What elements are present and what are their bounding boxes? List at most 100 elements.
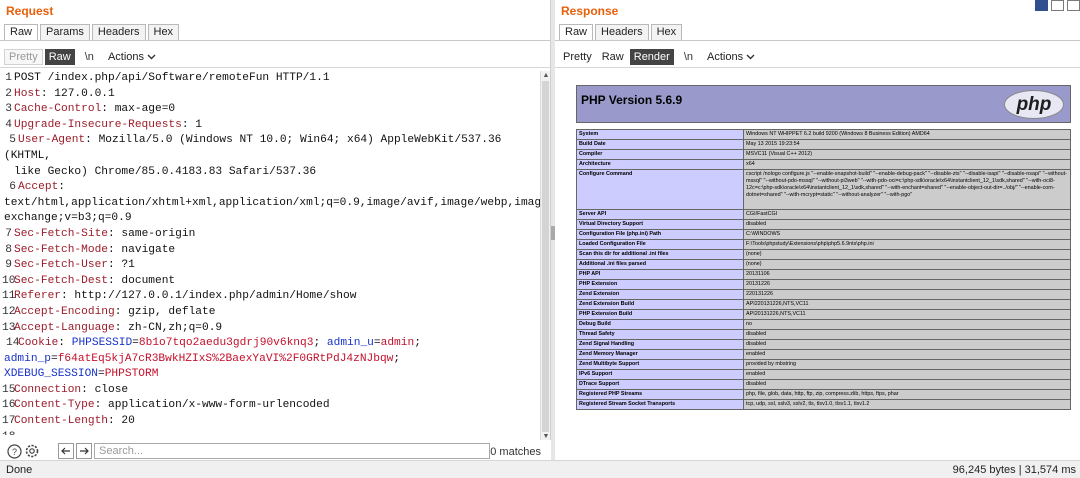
line-text: Referer: http://127.0.0.1/index.php/admi… <box>14 290 357 303</box>
request-tab-headers[interactable]: Headers <box>91 24 146 41</box>
phpinfo-key: Scan this dir for additional .ini files <box>576 249 744 260</box>
split-horizontal-icon[interactable] <box>1035 0 1048 11</box>
request-pretty-button[interactable]: Pretty <box>4 49 43 65</box>
phpinfo-row: DTrace Support disabled <box>576 379 1071 390</box>
request-tab-params[interactable]: Params <box>40 24 90 41</box>
editor-line: 3 Cache-Control: max-age=0 <box>0 102 540 118</box>
phpinfo-row: System Windows NT WHIPPET 6.2 build 9200 … <box>576 129 1071 140</box>
request-toolbar: Pretty Raw \n Actions <box>4 48 162 66</box>
response-toolbar-divider <box>555 67 1080 68</box>
php-logo-text: php <box>1016 93 1052 115</box>
request-actions-menu[interactable]: Actions <box>104 49 160 65</box>
split-vertical-icon[interactable] <box>1051 0 1064 11</box>
editor-line: 5 User-Agent: Mozilla/5.0 (Windows NT 10.… <box>0 133 540 180</box>
phpinfo-value: disabled <box>743 219 1071 230</box>
phpinfo-value: enabled <box>743 369 1071 380</box>
editor-line: 8 Sec-Fetch-Mode: navigate <box>0 243 540 259</box>
header-value: navigate <box>114 243 176 256</box>
rendered-response[interactable]: PHP Version 5.6.9 php System Windows NT W… <box>555 71 1080 460</box>
header-value: application/x-www-form-urlencoded <box>101 399 330 412</box>
phpinfo-key: PHP Extension Build <box>576 309 744 320</box>
phpinfo-value: May 13 2015 19:23:54 <box>743 139 1071 150</box>
header-value: http://127.0.0.1/index.php/admin/Home/sh… <box>67 290 357 303</box>
phpinfo-row: PHP Extension 20131226 <box>576 279 1071 290</box>
phpinfo-key: Compiler <box>576 149 744 160</box>
line-number: 14 <box>6 337 20 350</box>
phpinfo-row: Build Date May 13 2015 19:23:54 <box>576 139 1071 150</box>
help-icon[interactable]: ? <box>6 443 22 459</box>
phpinfo-key: Zend Extension <box>576 289 744 300</box>
header-value: zh-CN,zh;q=0.9 <box>121 321 223 334</box>
header-name: Content-Length <box>14 415 108 428</box>
response-tab-headers[interactable]: Headers <box>595 24 649 41</box>
response-pretty-button[interactable]: Pretty <box>559 49 596 65</box>
response-tab-hex[interactable]: Hex <box>650 24 683 41</box>
header-value: 1 <box>188 118 202 131</box>
line-number: 13 <box>2 321 16 334</box>
phpinfo-value: disabled <box>743 339 1071 350</box>
editor-line: 4 Upgrade-Insecure-Requests: 1 <box>0 118 540 134</box>
phpinfo-key: Thread Safety <box>576 329 744 340</box>
line-text: Accept-Language: zh-CN,zh;q=0.9 <box>14 321 223 334</box>
header-value: close <box>87 383 129 396</box>
phpinfo-value: (none) <box>743 259 1071 270</box>
line-text: Accept: text/html,application/xhtml+xml,a… <box>4 181 540 224</box>
request-scrollbar[interactable]: ▲ ▼ <box>540 71 550 442</box>
arrow-left-icon <box>61 447 70 455</box>
editor-line: 10 Sec-Fetch-Dest: document <box>0 274 540 290</box>
search-input[interactable] <box>94 443 490 459</box>
response-actions-menu[interactable]: Actions <box>703 49 759 65</box>
search-next-button[interactable] <box>76 443 92 459</box>
phpinfo-header: PHP Version 5.6.9 php <box>576 85 1071 123</box>
search-bar: ? 0 matches <box>0 440 551 462</box>
scroll-up-icon[interactable]: ▲ <box>542 72 550 80</box>
response-toolbar: Pretty Raw Render \n Actions <box>559 48 761 66</box>
phpinfo-value: (none) <box>743 249 1071 260</box>
response-tab-raw[interactable]: Raw <box>559 24 594 41</box>
line-number: 1 <box>5 72 12 84</box>
cookie-name: PHPSESSID <box>71 337 133 350</box>
request-editor[interactable]: 1 POST /index.php/api/Software/remoteFun … <box>0 71 540 435</box>
response-pane: Response Raw Headers Hex Pretty Raw Rend… <box>555 0 1080 460</box>
header-value: max-age=0 <box>108 103 176 116</box>
request-toolbar-divider <box>0 67 550 68</box>
phpinfo-key: Zend Signal Handling <box>576 339 744 350</box>
cookie-name: admin_u <box>326 337 374 350</box>
gear-icon[interactable] <box>24 443 40 459</box>
tabs-layout-icon[interactable] <box>1067 0 1080 11</box>
header-name: Cache-Control <box>14 103 102 116</box>
editor-line: 7 Sec-Fetch-Site: same-origin <box>0 227 540 243</box>
phpinfo-value: F:\Tools\phpstudy\Extensions\php\php5.6.… <box>743 239 1071 250</box>
response-render-button[interactable]: Render <box>629 49 674 65</box>
phpinfo-row: Scan this dir for additional .ini files(… <box>576 249 1071 260</box>
header-name: Host <box>14 87 41 100</box>
request-tab-raw[interactable]: Raw <box>4 24 39 41</box>
svg-text:?: ? <box>11 447 16 457</box>
request-newline-toggle[interactable]: \n <box>81 49 98 65</box>
header-name: Referer <box>14 290 61 303</box>
request-actions-label: Actions <box>107 51 145 63</box>
phpinfo-key: Registered Stream Socket Transports <box>576 399 744 410</box>
arrow-right-icon <box>80 447 89 455</box>
response-actions-label: Actions <box>707 51 744 63</box>
editor-line: 13 Accept-Language: zh-CN,zh;q=0.9 <box>0 321 540 337</box>
line-number: 12 <box>2 305 16 318</box>
header-name: Upgrade-Insecure-Requests <box>14 118 182 131</box>
response-raw-button[interactable]: Raw <box>598 49 628 65</box>
editor-line: 16 Content-Type: application/x-www-form-u… <box>0 398 540 414</box>
php-logo: php <box>1004 90 1064 119</box>
phpinfo-row: Architecture x64 <box>576 159 1071 170</box>
response-newline-toggle[interactable]: \n <box>680 49 697 65</box>
editor-line: 14Cookie: PHPSESSID=8b1o7tqo2aedu3gdrj90… <box>0 336 540 383</box>
header-name: Sec-Fetch-Dest <box>14 274 108 287</box>
cookie-value: f64atEq5kjA7cR3BwkHZIxS%2BaexYaVI%2F0GRt… <box>57 352 394 365</box>
request-raw-button[interactable]: Raw <box>44 49 75 65</box>
line-number: 7 <box>5 227 12 240</box>
phpinfo-row: Loaded Configuration File F:\Tools\phpstu… <box>576 239 1071 250</box>
request-tab-hex[interactable]: Hex <box>147 24 180 41</box>
phpinfo-key: Configure Command <box>576 169 744 210</box>
search-prev-button[interactable] <box>58 443 74 459</box>
scrollbar-thumb[interactable] <box>542 81 549 432</box>
response-tab-divider <box>555 40 1080 41</box>
status-bar: Done 96,245 bytes | 31,574 ms <box>0 460 1080 478</box>
